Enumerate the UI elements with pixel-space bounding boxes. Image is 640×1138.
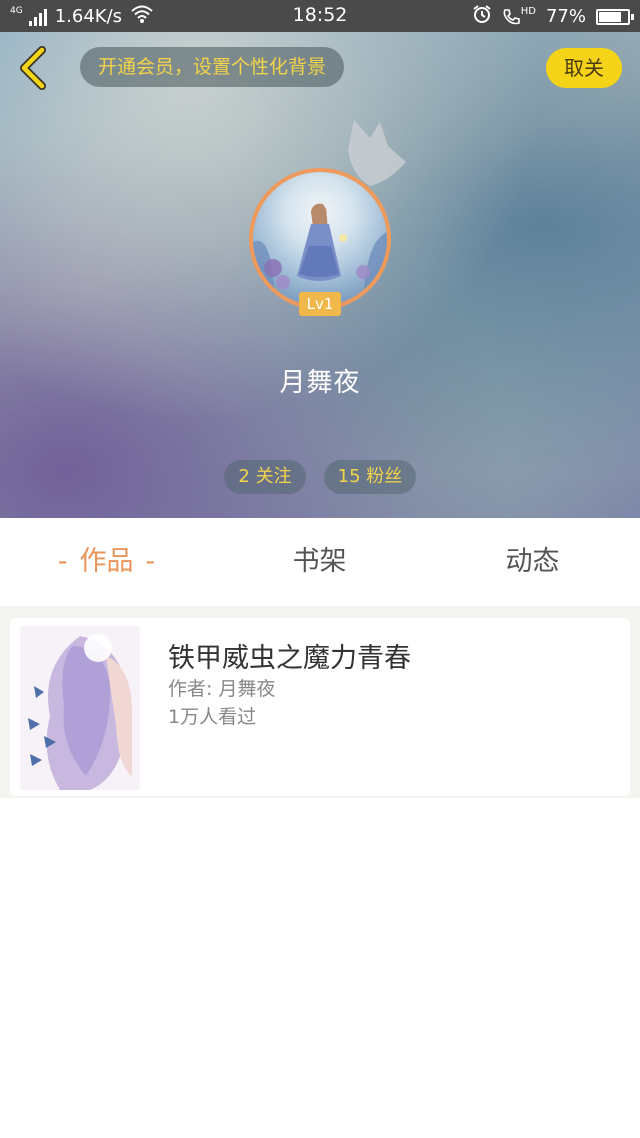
tab-activity[interactable]: 动态 — [426, 518, 639, 606]
book-cover — [20, 626, 140, 790]
profile-tabs: - 作品 - 书架 动态 — [0, 518, 640, 606]
unfollow-button[interactable]: 取关 — [546, 48, 622, 88]
tab-bookshelf-label: 书架 — [292, 546, 347, 577]
following-count[interactable]: 2 关注 — [224, 460, 306, 494]
level-badge: Lv1 — [299, 292, 341, 316]
tab-works-label: 作品 — [79, 546, 134, 577]
book-author: 作者: 月舞夜 — [168, 678, 276, 700]
followers-count[interactable]: 15 粉丝 — [324, 460, 416, 494]
tab-bookshelf[interactable]: 书架 — [213, 518, 426, 606]
status-right: HD 77% — [472, 4, 634, 29]
tab-active-dash: - — [145, 546, 156, 577]
tab-works[interactable]: - 作品 - — [0, 518, 213, 606]
tab-activity-label: 动态 — [505, 546, 560, 577]
book-views: 1万人看过 — [168, 706, 257, 728]
hd-call-icon: HD — [502, 6, 536, 26]
works-list: 铁甲威虫之魔力青春 作者: 月舞夜 1万人看过 — [0, 606, 640, 1138]
tab-active-dash: - — [57, 546, 68, 577]
avatar[interactable] — [249, 168, 391, 310]
battery-fill — [599, 11, 621, 22]
list-item[interactable]: 铁甲威虫之魔力青春 作者: 月舞夜 1万人看过 — [10, 618, 630, 796]
profile-header: 开通会员，设置个性化背景 取关 Lv1 月舞夜 2 关注 15 粉丝 — [0, 32, 640, 518]
avatar-image — [253, 172, 387, 306]
battery-icon — [596, 8, 634, 25]
status-bar: 4G 1.64K/s 18:52 HD 77% — [0, 0, 640, 32]
empty-area — [0, 798, 640, 1138]
vip-background-prompt[interactable]: 开通会员，设置个性化背景 — [80, 47, 345, 87]
book-title: 铁甲威虫之魔力青春 — [168, 643, 411, 674]
hd-label: HD — [520, 6, 536, 17]
battery-percent: 77% — [545, 6, 586, 27]
alarm-icon — [472, 4, 492, 29]
back-button[interactable] — [14, 46, 54, 90]
username: 月舞夜 — [279, 368, 361, 398]
back-arrow-icon — [20, 46, 46, 90]
